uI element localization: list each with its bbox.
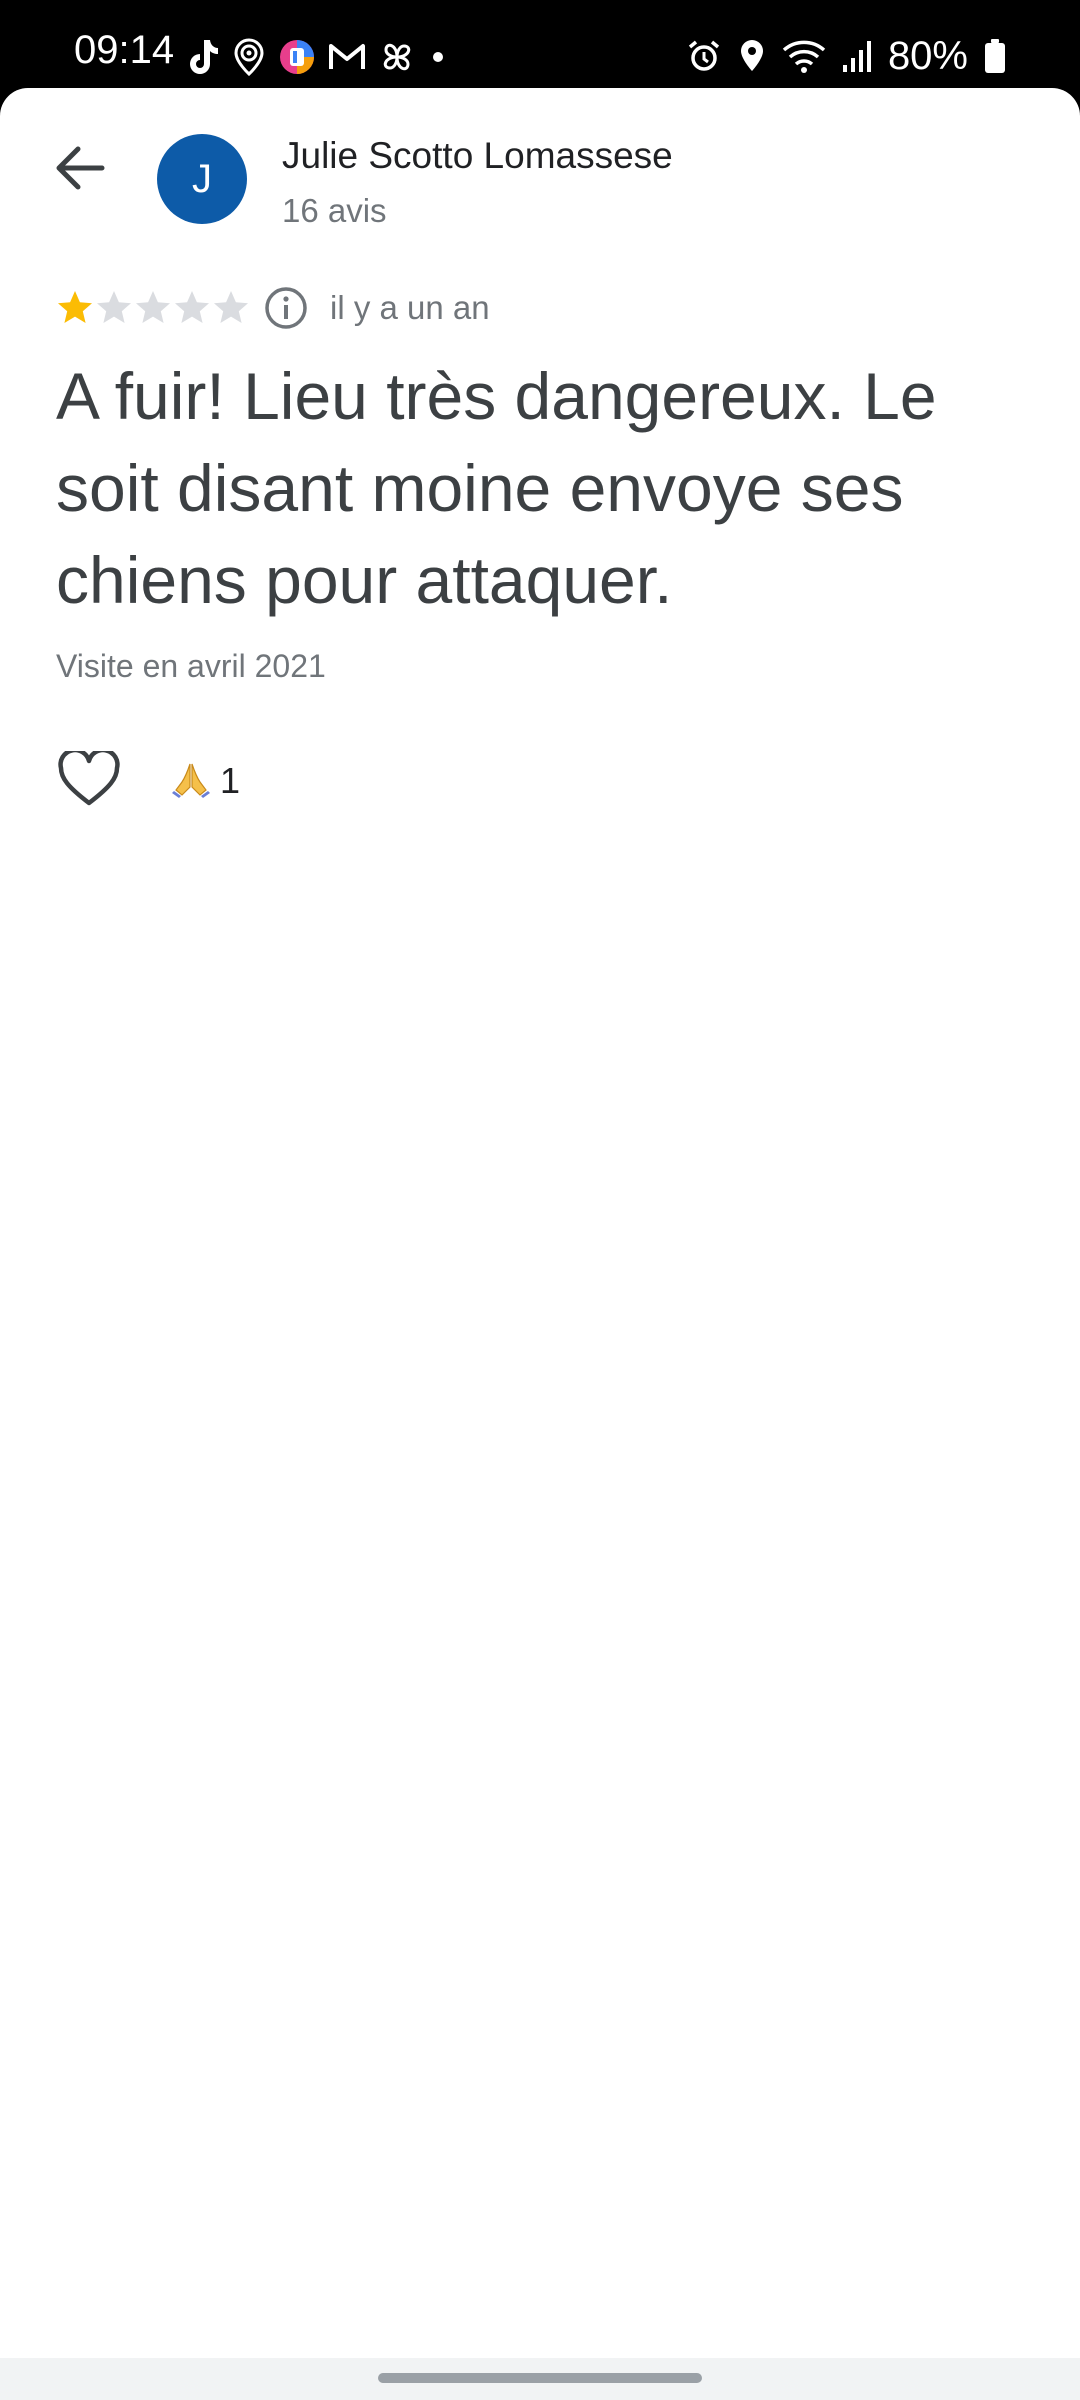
back-button[interactable] [44,134,116,206]
reaction-count: 1 [220,760,241,801]
battery-icon [984,38,1006,74]
wifi-icon [782,38,826,74]
review-date: il y a un an [330,289,490,326]
reaction-badge[interactable]: 1 [172,760,240,803]
actions-row: 1 [56,747,240,814]
dot-icon [428,47,448,67]
reviewer-name[interactable]: Julie Scotto Lomassese [282,134,673,178]
battery-percentage: 80% [887,34,968,78]
location-pin-icon [232,38,266,76]
star-filled-icon [58,291,92,323]
star-empty-icon [97,291,131,323]
review-text: A fuir! Lieu très dangereux. Le soit dis… [56,359,937,617]
star-empty-icon [214,291,248,323]
location-icon [738,38,766,74]
visit-date: Visite en avril 2021 [56,648,326,684]
tiktok-icon [186,38,220,76]
like-button[interactable] [56,747,122,814]
system-icons: 80% [686,36,1006,76]
review-count: 16 avis [282,192,387,229]
heart-icon [58,747,120,812]
status-time: 09:14 [74,28,175,72]
signal-icon [842,39,872,73]
pinwheel-icon [378,38,416,76]
folded-hands-icon [172,760,210,803]
colorful-app-icon [278,38,316,76]
avatar[interactable]: J [157,134,247,224]
star-empty-icon [136,291,170,323]
back-arrow-icon [54,144,106,197]
status-bar: 09:14 80% [0,0,1080,88]
home-indicator[interactable] [378,2373,702,2383]
avatar-letter: J [192,156,212,201]
notification-icons [186,38,448,76]
star-empty-icon [175,291,209,323]
info-icon[interactable] [264,286,308,330]
gmail-icon [328,41,366,73]
rating-row: il y a un an [56,286,490,330]
alarm-icon [686,38,722,74]
star-rating [56,289,250,327]
